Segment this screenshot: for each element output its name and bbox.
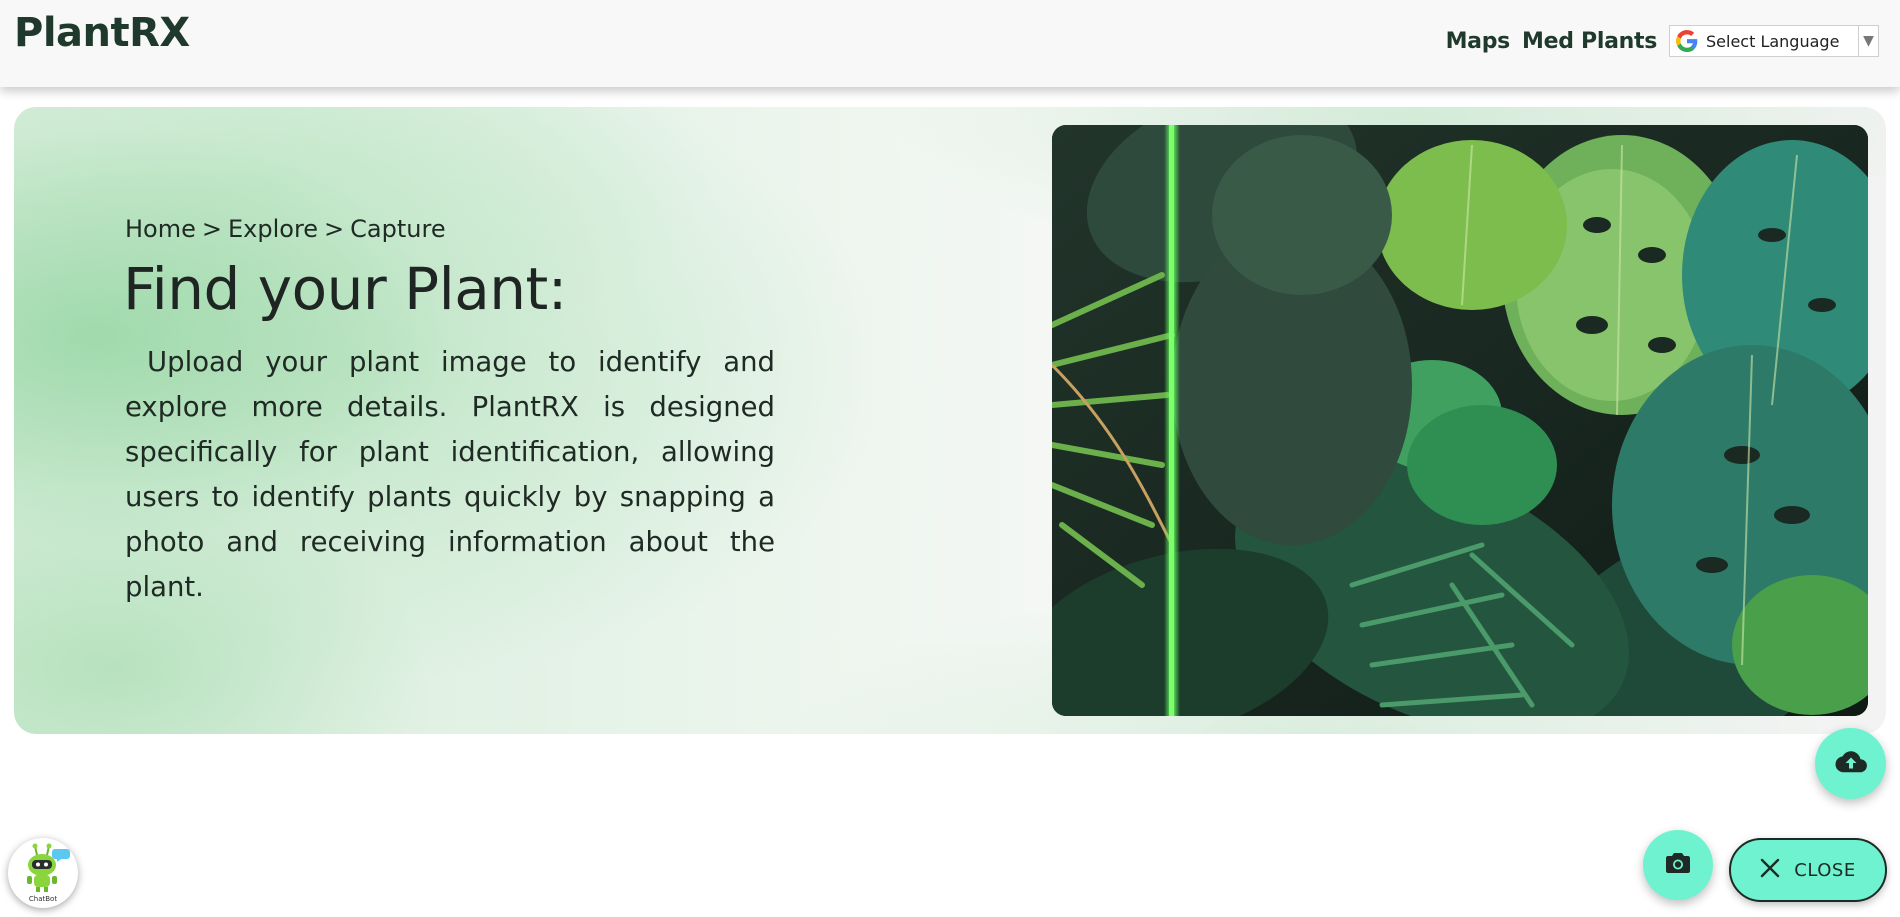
camera-button[interactable] [1643,830,1713,900]
breadcrumb: Home > Explore > Capture [125,215,446,243]
chatbot-robot-icon [15,843,71,897]
breadcrumb-separator: > [201,215,222,243]
close-icon [1760,858,1780,882]
main-nav: Maps Med Plants Select Language ▼ [1446,25,1879,57]
close-button-label: CLOSE [1794,859,1856,881]
tropical-leaves-illustration [1052,125,1868,716]
breadcrumb-explore[interactable]: Explore [228,215,318,243]
nav-med-plants-link[interactable]: Med Plants [1522,29,1657,54]
language-select-label: Select Language [1706,31,1840,51]
nav-maps-link[interactable]: Maps [1446,29,1511,54]
close-button[interactable]: CLOSE [1729,838,1887,902]
breadcrumb-home[interactable]: Home [125,215,196,243]
cloud-upload-icon [1835,750,1867,778]
camera-icon [1665,852,1691,878]
breadcrumb-capture[interactable]: Capture [350,215,445,243]
language-select[interactable]: Select Language ▼ [1669,25,1879,57]
hero-section: Home > Explore > Capture Find your Plant: Up… [14,107,1886,734]
google-g-icon [1676,30,1698,52]
page-title: Find your Plant: [123,255,567,323]
plant-scan-image [1052,125,1868,716]
top-navbar: PlantRX Maps Med Plants Select Language … [0,0,1900,87]
chatbot-label: ChatBot [28,895,58,903]
breadcrumb-separator: > [324,215,345,243]
caret-down-icon: ▼ [1858,26,1878,56]
chatbot-launcher[interactable]: ChatBot [8,838,78,908]
hero-description: Upload your plant image to identify and … [125,346,775,603]
brand-logo[interactable]: PlantRX [14,10,190,56]
upload-button[interactable] [1815,728,1886,799]
